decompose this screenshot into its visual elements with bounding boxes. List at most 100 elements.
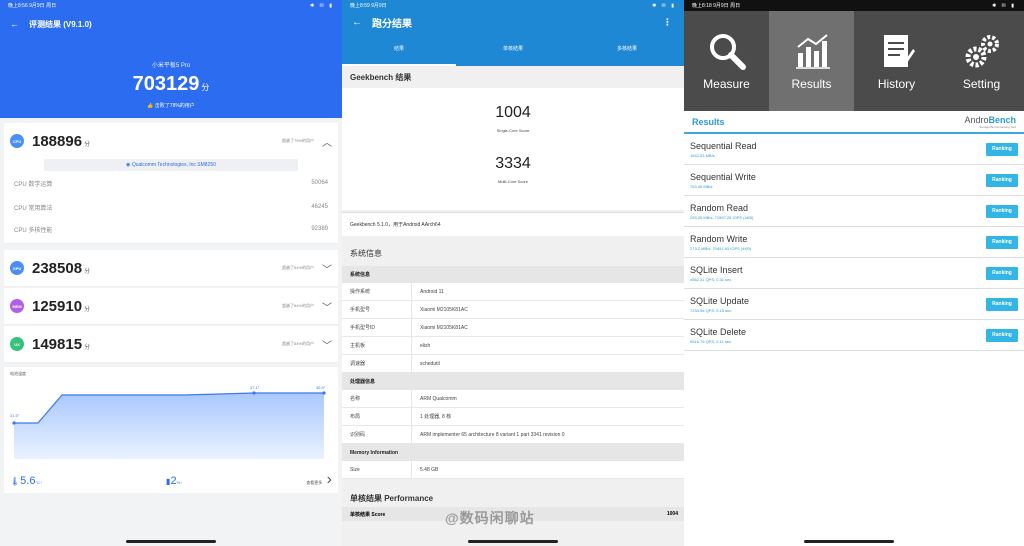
tab-results[interactable]: 结果	[342, 33, 456, 66]
table-row: 手机型号 Xiaomi M2105K81AC	[342, 300, 684, 319]
total-score-value: 703129	[132, 73, 200, 95]
ranking-button[interactable]: Ranking	[986, 173, 1018, 187]
antutu-nav: ← 评测结果 (V9.1.0)	[0, 11, 342, 37]
ux-badge: UX	[10, 337, 24, 351]
mem-row[interactable]: MEM 125910 分 超越了84%的用户 ﹀	[4, 288, 338, 324]
cpu-rank: 超越了79%的用户	[281, 138, 314, 143]
cpu-badge: CPU	[10, 134, 24, 148]
cpu-row[interactable]: CPU 188896 分 超越了79%的用户 ︿	[4, 123, 338, 159]
beat-label: 击败了78%的用户	[154, 103, 195, 109]
temp-point-start	[12, 421, 16, 425]
performance-title: 单核结果 Performance	[350, 494, 434, 503]
more-vert-icon[interactable]: ⋮	[663, 17, 672, 28]
tab-multi-core[interactable]: 多核结果	[570, 33, 684, 66]
chevron-down-icon[interactable]: ﹀	[322, 299, 332, 314]
item-value: 1642.53 MB/s	[690, 152, 715, 158]
gpu-row[interactable]: GPU 238508 分 超越了84%的用户 ﹀	[4, 250, 338, 286]
tab-results[interactable]: Results	[769, 11, 854, 111]
status-icons: ✱ ✉ ▮	[992, 2, 1016, 9]
ranking-button[interactable]: Ranking	[986, 142, 1018, 156]
home-indicator[interactable]	[468, 540, 558, 543]
antutu-panel: 晚上8:56 9月9日 周日 ✱ ✉ ▮ ← 评测结果 (V9.1.0) 小米平…	[0, 0, 342, 546]
row-key: 操作系统	[342, 282, 412, 301]
ranking-button[interactable]: Ranking	[986, 266, 1018, 280]
chevron-down-icon[interactable]: ﹀	[322, 261, 332, 276]
home-indicator[interactable]	[126, 540, 216, 543]
item-value: 7234.56 QPS, 0.15 sec	[690, 307, 732, 313]
mem-score: 125910 分	[32, 298, 90, 315]
performance-label: 单核结果 Score	[350, 511, 386, 518]
ranking-button[interactable]: Ranking	[986, 297, 1018, 311]
mem-score-value: 125910	[32, 297, 83, 315]
androbench-tabs: Measure Results History Setting	[684, 11, 1024, 111]
list-item: Random Read 293.26 MB/s, 71597.25 IOPS (4…	[684, 196, 1024, 227]
cpu-sub-value: 92389	[311, 226, 328, 232]
tab-single-core[interactable]: 单核结果	[456, 33, 570, 66]
ux-row[interactable]: UX 149815 分 超越了84%的用户 ﹀	[4, 326, 338, 362]
gpu-score: 238508 分	[32, 260, 90, 277]
cpu-sub-value: 50064	[311, 180, 328, 186]
item-name: Sequential Write	[690, 171, 756, 182]
tab-setting[interactable]: Setting	[939, 11, 1024, 111]
single-core-score: 1004	[495, 104, 531, 121]
table-header: Memory Information	[342, 444, 684, 461]
ux-card[interactable]: UX 149815 分 超越了84%的用户 ﹀	[4, 326, 338, 363]
temperature-chart: 电池温度 31.5° 37.1° 36.9°	[4, 367, 338, 467]
ux-score-value: 149815	[32, 335, 83, 353]
row-value: elish	[420, 342, 431, 349]
magnifier-icon	[709, 34, 746, 70]
ranking-button[interactable]: Ranking	[986, 235, 1018, 249]
chip-label: ◉ Qualcomm Technologies, Inc SM8250	[44, 159, 298, 171]
tab-history[interactable]: History	[854, 11, 939, 111]
status-bar: 晚上8:18 9月9日 周日 ✱ ✉ ▮	[684, 0, 1024, 11]
chevron-down-icon[interactable]: ﹀	[322, 337, 332, 352]
tab-label: Measure	[703, 77, 750, 91]
temp-rise: 🌡5.6°C↑	[10, 471, 42, 489]
row-key: 主机板	[342, 336, 412, 355]
gears-icon	[965, 35, 999, 68]
scores-card: 1004 Single-Core Score 3334 Multi-Core S…	[342, 88, 684, 210]
gpu-card[interactable]: GPU 238508 分 超越了84%的用户 ﹀	[4, 250, 338, 287]
home-indicator[interactable]	[804, 540, 894, 543]
row-key: 手机型号	[342, 300, 412, 319]
cpu-sub-label: CPU 数学运算	[14, 181, 53, 188]
row-value: 1 处理器, 8 核	[420, 414, 452, 420]
table-row: 操作系统 Android 11	[342, 282, 684, 301]
geekbench-panel: 晚上8:59 9月9日 ✱ ✉ ▮ ← 跑分结果 ⋮ 结果 单核结果 多核结果 …	[342, 0, 684, 546]
back-arrow-icon[interactable]: ←	[10, 19, 19, 29]
tab-label: History	[877, 77, 916, 91]
gpu-badge: GPU	[10, 261, 24, 275]
results-title: Results	[692, 116, 725, 127]
row-value: Android 11	[420, 288, 444, 295]
back-arrow-icon[interactable]: ←	[352, 17, 362, 28]
more-link[interactable]: 查看更多 ›	[306, 471, 332, 489]
list-item: Random Write 273.2 MB/s, 70451.93 IOPS (4…	[684, 227, 1024, 258]
temp-label-mid: 37.1°	[250, 385, 260, 390]
chart-title: 电池温度	[10, 371, 26, 376]
bar-chart-icon	[795, 34, 830, 69]
ranking-button[interactable]: Ranking	[986, 204, 1018, 218]
chip-name: Qualcomm Technologies, Inc SM8250	[131, 162, 216, 168]
page-title: 评测结果 (V9.1.0)	[29, 19, 92, 29]
androbench-panel: 晚上8:18 9月9日 周日 ✱ ✉ ▮ Measure Results His…	[684, 0, 1024, 546]
tab-measure[interactable]: Measure	[684, 11, 769, 111]
chevron-up-icon[interactable]: ︿	[322, 134, 332, 149]
ranking-button[interactable]: Ranking	[986, 328, 1018, 342]
status-time: 晚上8:59 9月9日	[350, 3, 387, 9]
table-row: Size 5.48 GB	[342, 460, 684, 479]
row-value: schedutil	[420, 360, 440, 367]
temp-point-end	[322, 391, 326, 395]
list-item: SQLite Delete 9516.79 QPS, 0.11 sec Rankin…	[684, 320, 1024, 351]
table-row: 调速器 schedutil	[342, 354, 684, 373]
mem-card[interactable]: MEM 125910 分 超越了84%的用户 ﹀	[4, 288, 338, 325]
cpu-sub-row: CPU 多核性能 92389	[4, 219, 338, 243]
logo-text-a: Andro	[964, 114, 989, 125]
total-score: 703129 分	[0, 73, 342, 96]
table-header: 系统信息	[342, 266, 684, 283]
item-name: SQLite Delete	[690, 326, 747, 337]
device-name: 小米平板5 Pro	[151, 63, 191, 69]
cpu-sub-row: CPU 常用算法 46245	[4, 195, 338, 219]
status-icons: ✱ ✉ ▮	[652, 2, 676, 9]
antutu-header: 晚上8:56 9月9日 周日 ✱ ✉ ▮ ← 评测结果 (V9.1.0) 小米平…	[0, 0, 342, 118]
geekbench-tabs: 结果 单核结果 多核结果	[342, 33, 684, 66]
